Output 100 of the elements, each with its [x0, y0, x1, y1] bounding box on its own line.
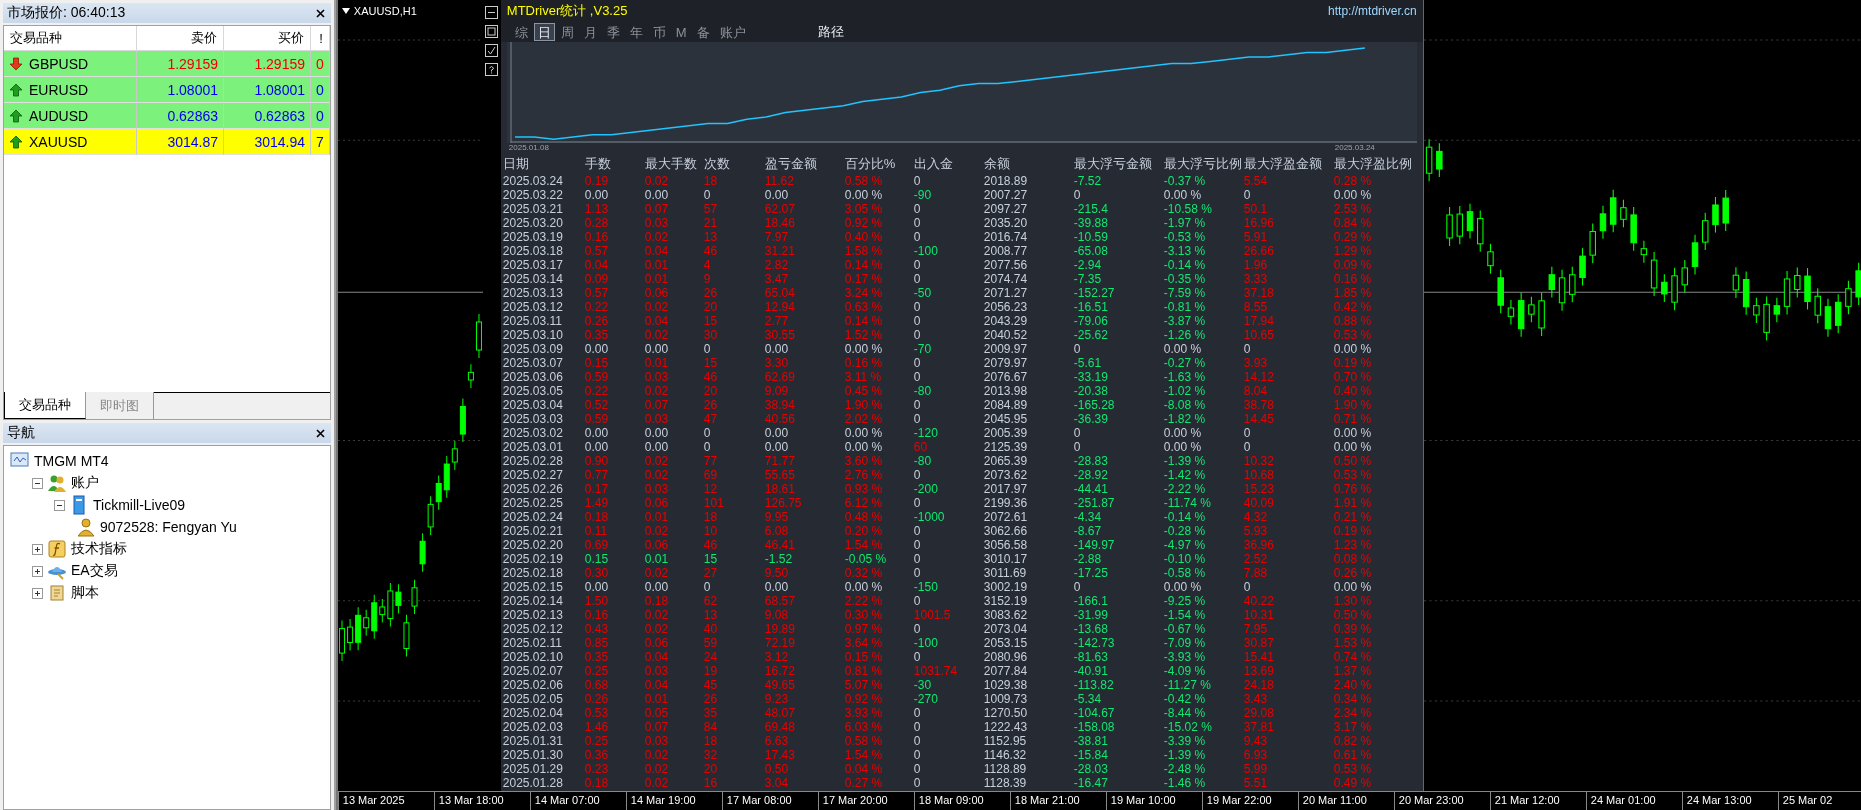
expand-toggle[interactable]: [32, 587, 43, 599]
column-header[interactable]: 卖价: [137, 26, 224, 51]
table-cell-text: 6.12 %: [844, 496, 884, 510]
tree-item[interactable]: 9072528: Fengyan Yu: [100, 519, 237, 535]
table-cell-text: 1.90 %: [844, 398, 884, 412]
table-cell-text: 68.57: [764, 594, 796, 608]
table-cell-text: 2125.39: [983, 440, 1029, 454]
table-cell-text: 0.14 %: [844, 258, 884, 272]
tree-item[interactable]: Tickmill-Live09: [93, 497, 186, 513]
period-tab[interactable]: 综: [510, 23, 532, 41]
picture-icon[interactable]: [485, 25, 499, 38]
table-cell-text: 0.68: [584, 678, 610, 692]
table-cell-text: 0.40 %: [844, 230, 884, 244]
help-icon[interactable]: [485, 63, 499, 76]
period-tab[interactable]: M: [671, 23, 691, 41]
table-cell-text: 0.01: [644, 510, 670, 524]
table-cell-text: 0.19: [584, 174, 610, 188]
table-cell-text: 0.03: [644, 734, 670, 748]
table-cell-text: 0.61 %: [1333, 748, 1373, 762]
table-cell-text: -1.02 %: [1163, 384, 1207, 398]
tree-item[interactable]: 技术指标: [71, 540, 127, 558]
table-cell-text: -11.74 %: [1163, 496, 1212, 510]
period-tab[interactable]: 季: [602, 23, 624, 41]
table-cell-text: 0.57: [584, 244, 610, 258]
caret-icon[interactable]: [341, 8, 350, 14]
symbol-cell[interactable]: GBPUSD: [4, 51, 137, 77]
table-cell-text: 84: [703, 720, 719, 734]
table-cell-text: -65.08: [1073, 244, 1109, 258]
collapse-toggle[interactable]: [32, 477, 43, 489]
symbol-cell[interactable]: AUDUSD: [4, 103, 137, 129]
tree-item[interactable]: EA交易: [71, 562, 118, 580]
table-cell-text: 1.23 %: [1333, 538, 1373, 552]
table-cell-text: 0.81 %: [844, 664, 884, 678]
table-cell-text: 4.32: [1243, 510, 1269, 524]
table-cell-text: 0.00: [584, 188, 610, 202]
table-cell-text: 62: [703, 594, 719, 608]
collapse-toggle[interactable]: [54, 499, 65, 511]
time-axis-label: 17 Mar 20:00: [817, 792, 914, 810]
column-header[interactable]: !: [311, 26, 330, 51]
table-cell-text: 0.20 %: [844, 524, 884, 538]
table-cell-text: 0.00: [644, 440, 670, 454]
table-cell-text: 0.00: [584, 580, 610, 594]
table-cell-text: -1.52: [764, 552, 794, 566]
table-cell-text: 12: [703, 482, 719, 496]
table-cell-text: 2025.02.19: [502, 552, 564, 566]
table-cell-text: 0.53 %: [1333, 328, 1373, 342]
expand-toggle[interactable]: [32, 565, 43, 577]
column-header[interactable]: 买价: [224, 26, 311, 51]
period-tab[interactable]: 月: [579, 23, 601, 41]
table-cell-text: -39.88: [1073, 216, 1109, 230]
candlestick: [1752, 297, 1760, 324]
check-icon[interactable]: [485, 44, 499, 57]
tree-item[interactable]: 账户: [71, 474, 99, 492]
table-cell-text: 3.33: [1243, 272, 1269, 286]
table-cell-text: 2025.02.04: [502, 706, 564, 720]
period-tab[interactable]: 年: [625, 23, 647, 41]
period-tab[interactable]: 币: [648, 23, 670, 41]
column-header[interactable]: 交易品种: [4, 26, 137, 51]
table-cell-text: 0: [1243, 580, 1252, 594]
period-tab[interactable]: 周: [556, 23, 578, 41]
close-button[interactable]: [313, 428, 327, 438]
table-cell-text: -33.19: [1073, 370, 1109, 384]
symbol-cell[interactable]: EURUSD: [4, 77, 137, 103]
table-cell-text: 3.93 %: [844, 706, 884, 720]
table-cell-text: -10.58 %: [1163, 202, 1213, 216]
website-link[interactable]: http://mtdriver.cn: [1328, 4, 1417, 18]
period-tab[interactable]: 备: [692, 23, 714, 41]
table-cell-text: 0.32 %: [844, 566, 884, 580]
table-cell-text: 0.22: [584, 384, 610, 398]
table-cell-text: 0.00 %: [844, 440, 884, 454]
tree-item[interactable]: 脚本: [71, 584, 99, 602]
path-button[interactable]: 路径: [811, 22, 850, 42]
table-cell-text: 0.00: [644, 580, 670, 594]
time-axis-label: 21 Mar 12:00: [1489, 792, 1586, 810]
table-cell-text: 13: [703, 608, 719, 622]
minimize-icon[interactable]: [485, 6, 499, 19]
period-tab[interactable]: 日: [533, 23, 555, 41]
period-tab[interactable]: 账户: [715, 23, 750, 41]
symbol-cell[interactable]: XAUUSD: [4, 129, 137, 155]
table-cell-text: 2079.97: [983, 356, 1029, 370]
table-cell-text: -79.06: [1073, 314, 1109, 328]
table-cell-text: 0.23: [584, 762, 610, 776]
table-cell-text: 0.29 %: [1333, 230, 1373, 244]
close-button[interactable]: [313, 8, 327, 18]
table-cell-text: 13: [703, 230, 719, 244]
table-cell-text: 2025.03.24: [502, 174, 564, 188]
table-cell-text: 2025.03.07: [502, 356, 564, 370]
table-cell-text: -3.13 %: [1163, 244, 1207, 258]
table-cell-text: 3.30: [764, 356, 790, 370]
tree-item[interactable]: TMGM MT4: [34, 453, 109, 469]
table-cell-text: 0: [913, 468, 922, 482]
table-cell-text: -20.38: [1073, 384, 1109, 398]
expand-toggle[interactable]: [32, 543, 43, 555]
table-cell-text: 0.85: [584, 636, 610, 650]
table-cell-text: -0.81 %: [1163, 300, 1207, 314]
table-cell-text: 101: [703, 496, 725, 510]
table-cell-text: -0.27 %: [1163, 356, 1207, 370]
tab[interactable]: 交易品种: [4, 392, 86, 419]
table-cell-text: 46: [703, 370, 719, 384]
table-cell-text: 3.04: [764, 776, 790, 790]
